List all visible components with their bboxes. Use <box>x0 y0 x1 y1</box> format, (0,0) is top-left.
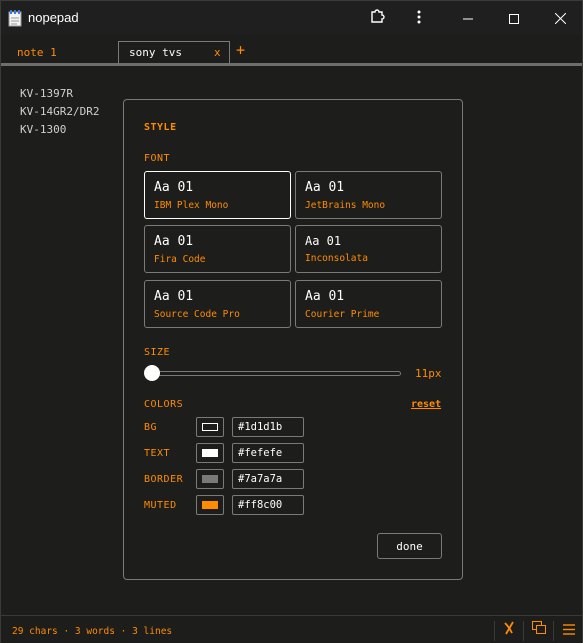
status-counts: 29 chars · 3 words · 3 lines <box>12 626 173 637</box>
close-button[interactable] <box>537 1 583 35</box>
tab-close-button[interactable]: x <box>214 46 221 59</box>
font-name: JetBrains Mono <box>305 200 386 211</box>
more-options-button[interactable] <box>396 1 442 35</box>
title-bar: nopepad <box>1 1 582 35</box>
reset-colors-link[interactable]: reset <box>411 399 441 410</box>
tab-divider <box>1 63 582 66</box>
border-color-input[interactable] <box>232 469 304 489</box>
bg-color-input[interactable] <box>232 417 304 437</box>
app-window: nopepad note 1 sony tvs x + KV-1397R KV-… <box>0 0 583 643</box>
menu-button[interactable] <box>559 619 579 639</box>
editor-line: KV-1397R <box>20 87 73 100</box>
more-vertical-icon <box>417 9 421 28</box>
editor-line: KV-1300 <box>20 123 67 136</box>
font-name: Fira Code <box>154 254 206 265</box>
add-tab-button[interactable]: + <box>236 41 245 59</box>
tab-bar <box>1 35 582 65</box>
color-label-border: BORDER <box>144 474 184 485</box>
bg-color-swatch[interactable] <box>196 417 224 437</box>
editor-line: KV-14GR2/DR2 <box>20 105 100 118</box>
font-size-slider-track[interactable] <box>151 371 401 376</box>
swatch-fill <box>202 501 218 509</box>
color-label-text: TEXT <box>144 448 171 459</box>
muted-color-swatch[interactable] <box>196 495 224 515</box>
font-option-fira-code[interactable]: Aa 01 Fira Code <box>144 225 291 273</box>
swatch-fill <box>202 423 218 431</box>
minimize-icon <box>463 9 473 28</box>
font-section-label: FONT <box>144 153 171 164</box>
font-name: IBM Plex Mono <box>154 200 229 211</box>
size-section-label: SIZE <box>144 347 171 358</box>
font-sample: Aa 01 <box>305 180 345 195</box>
font-sample: Aa 01 <box>305 289 345 304</box>
swatch-fill <box>202 475 218 483</box>
dialog-title: STYLE <box>144 122 177 133</box>
font-option-jetbrains-mono[interactable]: Aa 01 JetBrains Mono <box>295 171 442 219</box>
border-color-swatch[interactable] <box>196 469 224 489</box>
copy-button[interactable] <box>529 619 549 639</box>
copy-icon <box>532 620 546 639</box>
menu-icon <box>563 620 575 639</box>
status-divider <box>494 621 495 641</box>
font-option-ibm-plex-mono[interactable]: Aa 01 IBM Plex Mono <box>144 171 291 219</box>
font-option-inconsolata[interactable]: Aa 01 Inconsolata <box>295 225 442 273</box>
font-sample: Aa 01 <box>154 289 194 304</box>
font-size-value: 11px <box>415 367 442 380</box>
tab-label: sony tvs <box>129 46 182 59</box>
notepad-icon <box>8 10 22 27</box>
font-name: Inconsolata <box>305 253 368 264</box>
extensions-button[interactable] <box>355 1 401 35</box>
colors-section-label: COLORS <box>144 399 184 410</box>
minimize-button[interactable] <box>445 1 491 35</box>
editor-text[interactable]: KV-1397R KV-14GR2/DR2 KV-1300 <box>20 85 99 139</box>
status-divider <box>523 621 524 641</box>
font-name: Source Code Pro <box>154 309 240 320</box>
maximize-icon <box>509 9 519 28</box>
text-color-input[interactable] <box>232 443 304 463</box>
font-sample: Aa 01 <box>305 234 342 248</box>
text-color-swatch[interactable] <box>196 443 224 463</box>
color-label-muted: MUTED <box>144 500 177 511</box>
done-button[interactable]: done <box>377 533 442 559</box>
muted-color-input[interactable] <box>232 495 304 515</box>
font-sample: Aa 01 <box>154 180 194 195</box>
color-label-bg: BG <box>144 422 158 433</box>
font-size-slider-thumb[interactable] <box>144 365 160 381</box>
extension-icon <box>369 7 387 29</box>
spellcheck-toggle-button[interactable] <box>499 619 519 639</box>
font-option-courier-prime[interactable]: Aa 01 Courier Prime <box>295 280 442 328</box>
font-name: Courier Prime <box>305 309 380 320</box>
spellcheck-off-icon <box>503 620 515 639</box>
close-icon <box>554 9 566 28</box>
swatch-fill <box>202 449 218 457</box>
status-divider <box>553 621 554 641</box>
font-option-source-code-pro[interactable]: Aa 01 Source Code Pro <box>144 280 291 328</box>
maximize-button[interactable] <box>491 1 537 35</box>
window-title: nopepad <box>28 10 79 25</box>
font-sample: Aa 01 <box>154 234 194 249</box>
tab-note-1[interactable]: note 1 <box>17 42 57 65</box>
